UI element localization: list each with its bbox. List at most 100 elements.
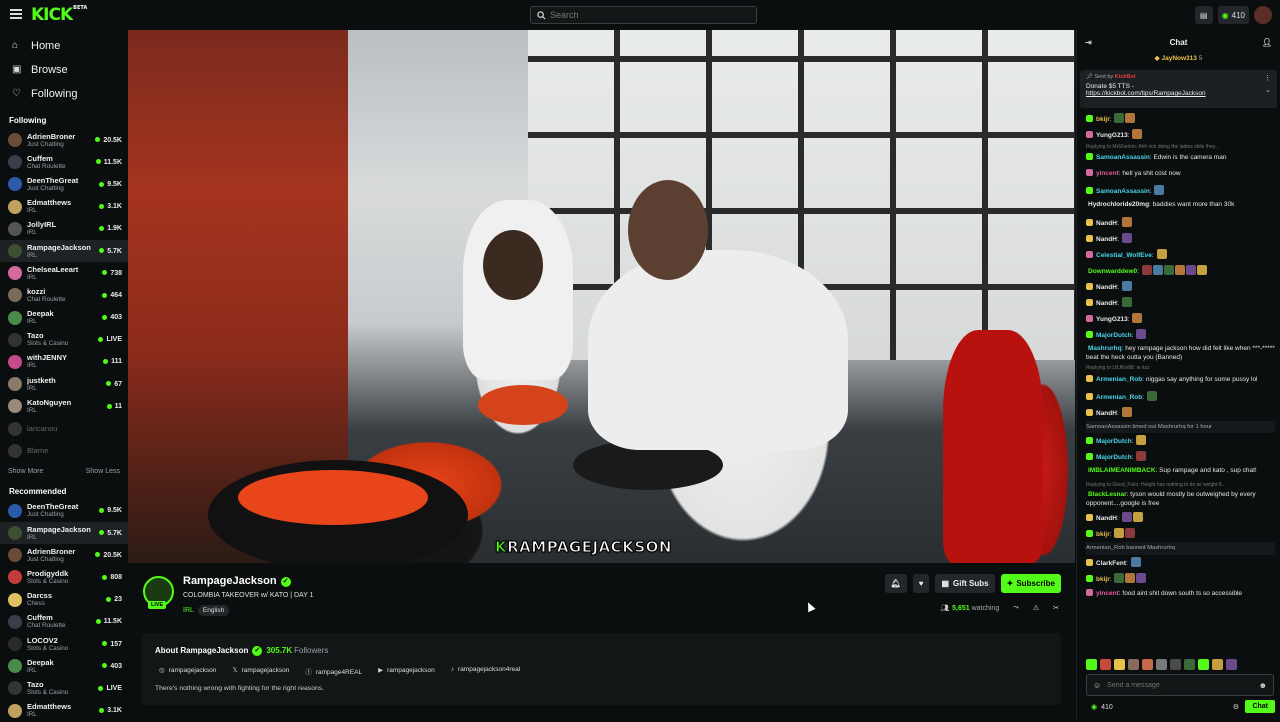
- chat-username[interactable]: NandH: [1096, 410, 1117, 417]
- channel-item[interactable]: withJENNY IRL 111: [0, 351, 128, 373]
- social-link[interactable]: 𝕏rampagejackson: [232, 666, 289, 676]
- language-tag[interactable]: English: [197, 605, 230, 616]
- video-player[interactable]: KRAMPAGEJACKSON: [128, 30, 1075, 563]
- social-link[interactable]: ⓕ rampage4REAL: [305, 666, 362, 676]
- emote-icon[interactable]: [1170, 659, 1181, 670]
- channel-item[interactable]: Cuffem Chat Roulette 11.5K: [0, 611, 128, 633]
- follow-button[interactable]: ♥: [912, 574, 930, 593]
- chat-username[interactable]: ClarkFent: [1096, 560, 1126, 567]
- social-link[interactable]: ♪ rampagejackson4real: [451, 666, 520, 676]
- emote-icon[interactable]: [1128, 659, 1139, 670]
- clip-icon[interactable]: ✂: [1053, 604, 1059, 612]
- chat-username[interactable]: MajorDutch: [1096, 454, 1132, 461]
- chat-username[interactable]: YungG213: [1096, 316, 1128, 323]
- notification-button[interactable]: 🔔︎: [884, 574, 907, 593]
- chat-username[interactable]: SamoanAssassin: [1096, 154, 1150, 161]
- search-bar[interactable]: [530, 6, 757, 24]
- chat-username[interactable]: NandH: [1096, 284, 1117, 291]
- channel-item[interactable]: Edmatthews IRL 3.1K: [0, 196, 128, 218]
- chat-username[interactable]: bkijr: [1096, 531, 1110, 538]
- emote-icon[interactable]: [1114, 659, 1125, 670]
- channel-item[interactable]: Prodigyddk Slots & Casino 808: [0, 566, 128, 588]
- search-input[interactable]: [550, 10, 740, 20]
- channel-item[interactable]: Tazo Slots & Casino LIVE: [0, 329, 128, 351]
- chat-username[interactable]: Hydrochloride20mg: [1088, 201, 1149, 208]
- channel-item[interactable]: JollyIRL IRL 1.9K: [0, 218, 128, 240]
- chat-username[interactable]: bkijr: [1096, 576, 1110, 583]
- emote-icon[interactable]: [1156, 659, 1167, 670]
- pinned-link[interactable]: https://kickbot.com/tips/RampageJackson: [1086, 90, 1271, 97]
- chat-username[interactable]: NandH: [1096, 515, 1117, 522]
- channel-item[interactable]: AdrienBroner Just Chatting 20.5K: [0, 544, 128, 566]
- emote-icon[interactable]: [1184, 659, 1195, 670]
- emote-icon[interactable]: [1100, 659, 1111, 670]
- chat-username[interactable]: NandH: [1096, 236, 1117, 243]
- nav-home[interactable]: ⌂ Home: [0, 34, 128, 58]
- chat-username[interactable]: NandH: [1096, 220, 1117, 227]
- channel-item[interactable]: kozzi Chat Roulette 464: [0, 284, 128, 306]
- channel-item[interactable]: RampageJackson IRL 5.7K: [0, 522, 128, 545]
- chat-send-button[interactable]: Chat: [1245, 700, 1275, 713]
- chat-username[interactable]: IMBLAIMEANIMBACK: [1088, 467, 1156, 474]
- menu-icon[interactable]: [10, 9, 22, 19]
- channel-item[interactable]: Darcss Chess 23: [0, 589, 128, 611]
- channel-item[interactable]: Tazo Slots & Casino LIVE: [0, 677, 128, 699]
- channel-item[interactable]: Deepak IRL 403: [0, 655, 128, 677]
- credits-button[interactable]: ◉ 410: [1217, 6, 1249, 24]
- show-more-button[interactable]: Show More: [8, 468, 43, 475]
- emoji-icon[interactable]: ☺: [1093, 681, 1101, 690]
- nav-browse[interactable]: ▣ Browse: [0, 58, 128, 82]
- chat-username[interactable]: Celestial_WolfEve: [1096, 252, 1152, 259]
- channel-item[interactable]: DeenTheGreat Just Chatting 9.5K: [0, 500, 128, 522]
- channel-item[interactable]: Deepak IRL 403: [0, 307, 128, 329]
- subscribe-button[interactable]: ✦ Subscribe: [1000, 574, 1061, 593]
- social-link[interactable]: ◎ rampagejackson: [159, 666, 216, 676]
- user-avatar[interactable]: [1254, 6, 1272, 24]
- chat-username[interactable]: Armenian_Rob: [1096, 394, 1142, 401]
- report-icon[interactable]: ⚠: [1033, 604, 1039, 612]
- more-icon[interactable]: ⋮: [1264, 74, 1271, 82]
- chat-username[interactable]: BlackLesnar: [1088, 491, 1127, 498]
- chat-username[interactable]: SamoanAssassin: [1096, 188, 1150, 195]
- chat-users-icon[interactable]: 👤︎: [1262, 38, 1272, 47]
- emote-picker-icon[interactable]: ☻: [1259, 681, 1267, 690]
- streamer-name[interactable]: RampageJackson: [183, 575, 277, 587]
- chat-username[interactable]: Downwarddew0: [1088, 268, 1137, 275]
- kick-logo[interactable]: KICKBETA: [31, 5, 87, 25]
- chat-username[interactable]: Mashrurhq: [1088, 345, 1122, 352]
- channel-item[interactable]: Edmatthews IRL 3.1K: [0, 700, 128, 722]
- channel-item[interactable]: lancanou: [0, 417, 128, 439]
- emote-icon[interactable]: [1198, 659, 1209, 670]
- channel-item[interactable]: DeenTheGreat Just Chatting 9.5K: [0, 173, 128, 195]
- emote-icon[interactable]: [1212, 659, 1223, 670]
- gift-subs-button[interactable]: ▦ Gift Subs: [935, 574, 995, 593]
- nav-following[interactable]: ♡ Following: [0, 82, 128, 106]
- collapse-chat-icon[interactable]: ⇥: [1085, 38, 1092, 47]
- channel-item[interactable]: KatoNguyen IRL 11: [0, 395, 128, 417]
- channel-item[interactable]: RampageJackson IRL 5.7K: [0, 239, 128, 263]
- stream-category[interactable]: IRL: [183, 607, 194, 614]
- chat-username[interactable]: yincent: [1096, 590, 1119, 597]
- chat-username[interactable]: yincent: [1096, 170, 1119, 177]
- chat-username[interactable]: MajorDutch: [1096, 438, 1132, 445]
- channel-item[interactable]: LOCOV2 Slots & Casino 157: [0, 633, 128, 655]
- emote-icon[interactable]: [1226, 659, 1237, 670]
- emote-icon[interactable]: [1142, 659, 1153, 670]
- chat-username[interactable]: bkijr: [1096, 116, 1110, 123]
- drops-button[interactable]: ▤: [1194, 6, 1213, 24]
- show-less-button[interactable]: Show Less: [86, 468, 120, 475]
- chat-input[interactable]: [1107, 681, 1248, 689]
- emote-icon[interactable]: [1086, 659, 1097, 670]
- chat-username[interactable]: MajorDutch: [1096, 332, 1132, 339]
- social-link[interactable]: ▶ rampagejackson: [378, 666, 435, 676]
- channel-item[interactable]: AdrienBroner Just Chatting 20.5K: [0, 129, 128, 151]
- chat-username[interactable]: YungG213: [1096, 132, 1128, 139]
- settings-icon[interactable]: ⚙: [1233, 703, 1239, 711]
- chat-input-box[interactable]: ☺ ☻: [1086, 674, 1274, 696]
- channel-item[interactable]: ChelseaLeeart IRL 738: [0, 262, 128, 284]
- channel-item[interactable]: Blame: [0, 440, 128, 462]
- chat-username[interactable]: Armenian_Rob: [1096, 376, 1142, 383]
- channel-item[interactable]: Cuffem Chat Roulette 11.5K: [0, 151, 128, 173]
- chevron-down-icon[interactable]: ⌄: [1265, 86, 1271, 94]
- share-icon[interactable]: ⤳: [1013, 604, 1019, 612]
